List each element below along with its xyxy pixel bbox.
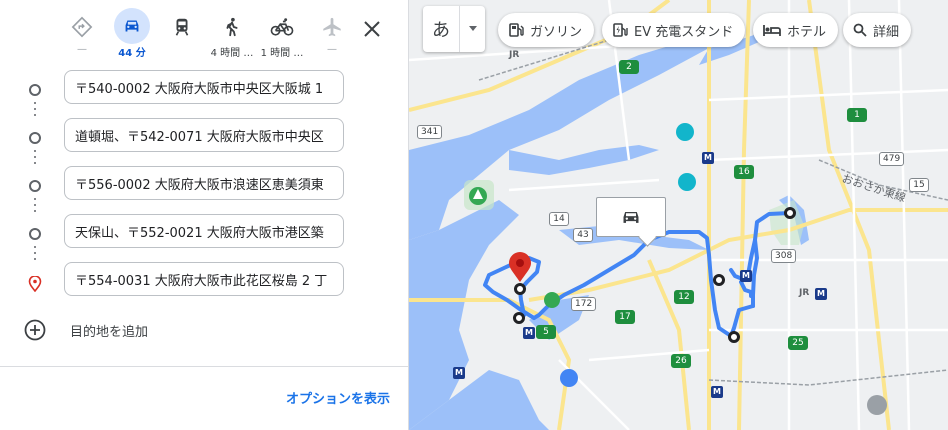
add-destination-label: 目的地を追加	[70, 324, 149, 340]
chip-ev-charging[interactable]: EV 充電スタンド	[602, 13, 746, 47]
route-shield: 2	[619, 60, 639, 74]
mode-cycling[interactable]: 1 時間 …	[260, 8, 304, 60]
connector-dots	[34, 246, 36, 264]
chip-ev-label: EV 充電スタンド	[634, 24, 734, 40]
map-view[interactable]: あ ガソリン EV 充電スタンド ホテル 詳細 おおさか東線 341 43 17…	[409, 0, 948, 430]
chevron-down-icon[interactable]	[459, 6, 485, 52]
jr-station-icon[interactable]: JR	[799, 288, 809, 298]
route-shield: 14	[549, 212, 569, 226]
search-icon	[853, 23, 867, 37]
metro-station-icon[interactable]: M	[740, 270, 752, 282]
map-waypoint-5[interactable]	[514, 283, 526, 295]
stop-field-5[interactable]	[64, 262, 344, 296]
route-shield: 172	[571, 297, 597, 311]
route-shield: 17	[615, 310, 635, 324]
chip-hotel-label: ホテル	[787, 24, 827, 40]
route-shield: 12	[674, 290, 694, 304]
route-shield: 479	[879, 152, 905, 166]
mode-driving[interactable]: 44 分	[110, 8, 154, 60]
map-waypoint-1[interactable]	[784, 207, 796, 219]
jr-station-icon[interactable]: JR	[509, 50, 519, 60]
stop-marker-4	[29, 228, 41, 240]
route-duration-callout[interactable]	[596, 197, 666, 237]
close-icon	[364, 21, 380, 37]
hotel-bed-icon	[763, 25, 781, 36]
chip-hotel[interactable]: ホテル	[753, 13, 839, 47]
metro-station-icon[interactable]: M	[523, 327, 535, 339]
route-shield: 308	[771, 249, 797, 263]
route-shield: 25	[788, 336, 808, 350]
mode-flight[interactable]: —	[310, 8, 354, 60]
stop-input-5[interactable]	[65, 263, 343, 295]
mode-best[interactable]: —	[60, 8, 104, 60]
route-shield: 16	[734, 165, 754, 179]
chip-more-label: 詳細	[873, 24, 900, 40]
chip-gas-label: ガソリン	[530, 24, 583, 40]
mode-transit[interactable]	[160, 8, 204, 60]
stop-input-3[interactable]	[65, 167, 343, 199]
airplane-icon	[317, 12, 347, 42]
route-shield: 43	[573, 228, 593, 242]
mode-driving-label: 44 分	[118, 48, 146, 59]
add-circle-icon	[24, 319, 46, 341]
mode-walking[interactable]: 4 時間 …	[210, 8, 254, 60]
metro-station-icon[interactable]: M	[815, 288, 827, 300]
route-shield: 1	[847, 108, 867, 122]
bicycle-icon	[267, 12, 297, 42]
mode-flight-label: —	[327, 44, 337, 55]
stop-field-2[interactable]	[64, 118, 344, 152]
stop-field-4[interactable]	[64, 214, 344, 248]
metro-station-icon[interactable]: M	[453, 367, 465, 379]
route-shield: 15	[909, 178, 929, 192]
route-shield: 341	[417, 125, 443, 139]
destination-pin-icon	[28, 275, 42, 296]
chip-gas[interactable]: ガソリン	[498, 13, 595, 47]
input-method-selector[interactable]: あ	[423, 6, 485, 52]
close-directions-button[interactable]	[358, 15, 386, 43]
stop-input-1[interactable]	[65, 71, 343, 103]
stop-marker-1	[29, 84, 41, 96]
stop-field-1[interactable]	[64, 70, 344, 104]
map-waypoint-3[interactable]	[728, 331, 740, 343]
stop-input-2[interactable]	[65, 119, 343, 151]
route-shield: 26	[671, 354, 691, 368]
stop-field-3[interactable]	[64, 166, 344, 200]
stop-marker-3	[29, 180, 41, 192]
connector-dots	[34, 102, 36, 120]
gas-station-icon	[509, 23, 524, 37]
show-options-link[interactable]: オプションを表示	[286, 388, 390, 407]
stop-marker-2	[29, 132, 41, 144]
route-shield: 5	[536, 325, 556, 339]
chip-more[interactable]: 詳細	[843, 13, 912, 47]
ime-char: あ	[432, 20, 450, 41]
car-icon	[114, 8, 150, 44]
stop-input-4[interactable]	[65, 215, 343, 247]
car-icon	[623, 212, 639, 223]
walking-icon	[217, 12, 247, 42]
directions-panel: — 44 分 4 時間 … 1 時間 … — 〒540-0002 大阪府大阪市中…	[0, 0, 408, 430]
train-icon	[167, 12, 197, 42]
best-route-icon	[67, 12, 97, 42]
ev-charging-icon	[613, 23, 628, 37]
map-waypoint-4[interactable]	[513, 312, 525, 324]
connector-dots	[34, 150, 36, 168]
divider	[0, 366, 408, 367]
add-destination-button[interactable]: 目的地を追加	[24, 318, 148, 342]
connector-dots	[34, 198, 36, 216]
metro-station-icon[interactable]: M	[702, 152, 714, 164]
metro-station-icon[interactable]: M	[711, 386, 723, 398]
map-waypoint-2[interactable]	[713, 274, 725, 286]
